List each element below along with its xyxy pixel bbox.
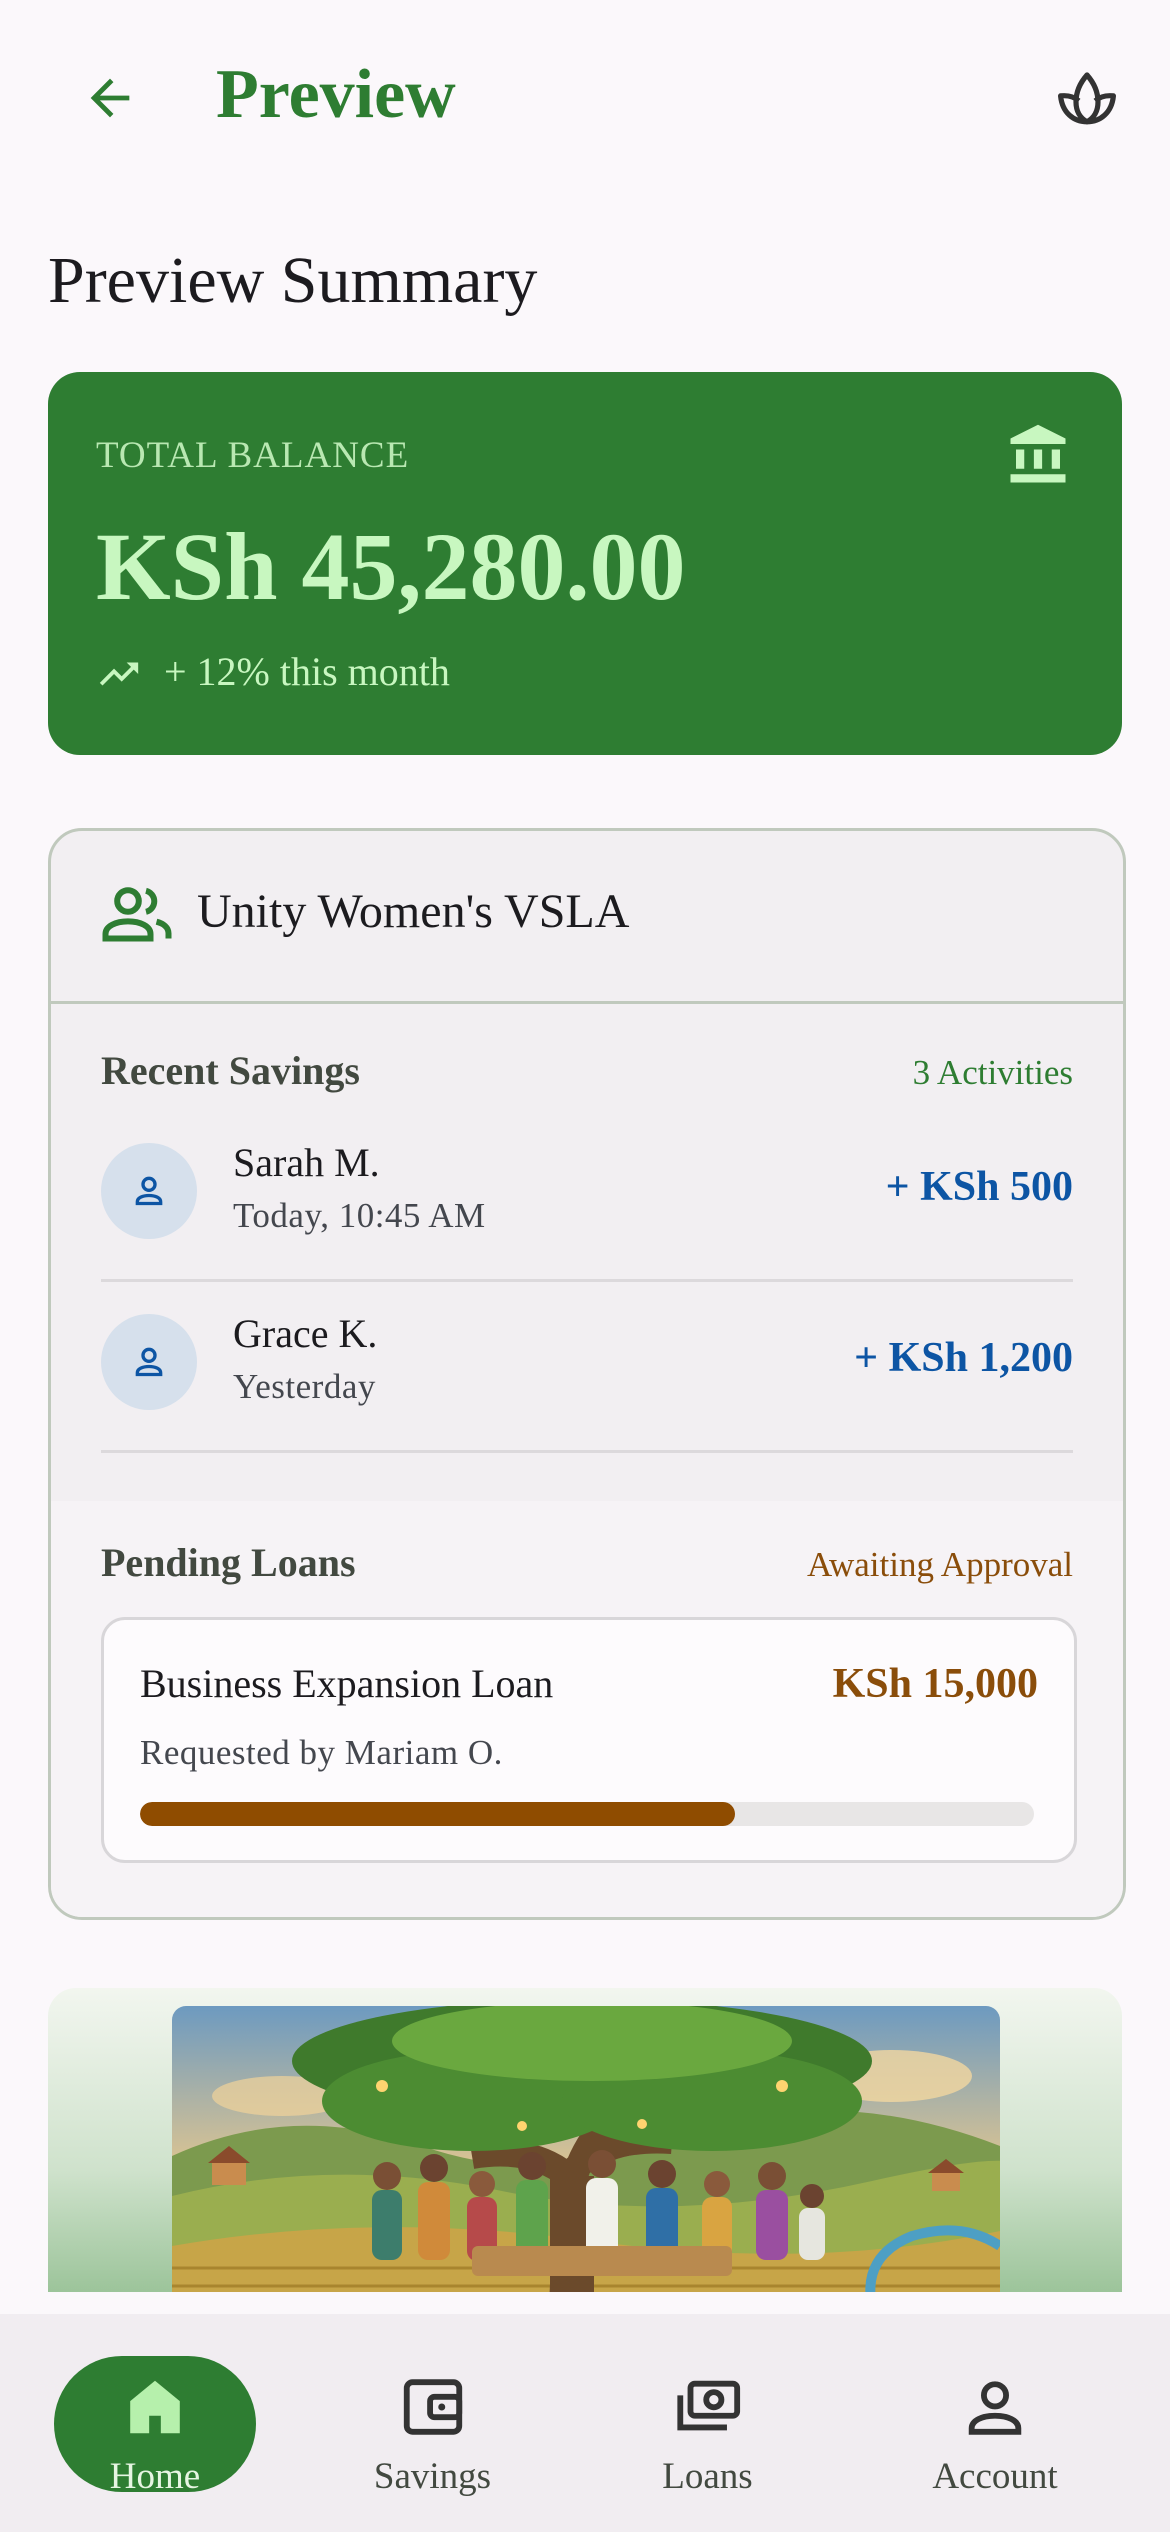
saving-row[interactable]: Grace K. Yesterday + KSh 1,200 xyxy=(101,1282,1073,1453)
loan-amount: KSh 15,000 xyxy=(832,1661,1038,1707)
community-illustration-panel xyxy=(48,1988,1122,2292)
group-name: Unity Women's VSLA xyxy=(197,885,630,938)
group-icon xyxy=(102,887,172,942)
balance-label: TOTAL BALANCE xyxy=(96,435,410,476)
person-icon xyxy=(968,2381,1022,2435)
person-icon xyxy=(135,1176,163,1206)
loan-requested-by: Requested by Mariam O. xyxy=(140,1733,503,1772)
nav-item-home[interactable]: Home xyxy=(0,2314,310,2532)
total-balance-card: TOTAL BALANCE KSh 45,280.00 + 12% this m… xyxy=(48,372,1122,755)
group-header[interactable]: Unity Women's VSLA xyxy=(51,831,1123,1004)
person-icon xyxy=(135,1347,163,1377)
wallet-icon xyxy=(403,2379,463,2435)
saving-time: Yesterday xyxy=(233,1367,376,1406)
balance-amount: KSh 45,280.00 xyxy=(96,513,686,620)
home-icon xyxy=(130,2380,180,2434)
trending-up-icon xyxy=(99,662,139,686)
loan-progress-track xyxy=(140,1802,1034,1826)
app-bar-title: Preview xyxy=(216,56,456,133)
saving-amount: + KSh 500 xyxy=(885,1164,1073,1210)
nav-label-savings: Savings xyxy=(373,2456,492,2497)
avatar xyxy=(101,1143,197,1239)
leaf-icon xyxy=(1057,72,1117,125)
nav-label-home: Home xyxy=(109,2456,201,2497)
saving-time: Today, 10:45 AM xyxy=(233,1196,486,1235)
recent-savings-count[interactable]: 3 Activities xyxy=(913,1045,1073,1101)
saving-amount: + KSh 1,200 xyxy=(854,1335,1073,1381)
pending-loans-title: Pending Loans xyxy=(101,1540,356,1585)
bank-icon xyxy=(1010,424,1066,483)
back-button[interactable] xyxy=(70,58,150,138)
page-title: Preview Summary xyxy=(48,244,538,317)
community-tree-illustration xyxy=(172,2006,1000,2292)
saving-member-name: Grace K. xyxy=(233,1311,378,1356)
nav-item-loans[interactable]: Loans xyxy=(585,2314,830,2532)
nav-label-loans: Loans xyxy=(662,2456,753,2497)
nav-label-account: Account xyxy=(932,2456,1058,2497)
avatar xyxy=(101,1314,197,1410)
pending-loans-status: Awaiting Approval xyxy=(806,1545,1073,1584)
leaf-button[interactable] xyxy=(1046,56,1128,138)
bottom-navigation: Home Savings Loans Account xyxy=(0,2314,1170,2532)
pending-loans-section: Pending Loans Awaiting Approval Business… xyxy=(51,1501,1123,1917)
cash-icon xyxy=(677,2380,741,2431)
recent-savings-title: Recent Savings xyxy=(101,1048,360,1093)
loan-progress-fill xyxy=(140,1802,735,1826)
saving-member-name: Sarah M. xyxy=(233,1140,380,1185)
loan-title: Business Expansion Loan xyxy=(140,1661,554,1706)
loan-card[interactable]: Business Expansion Loan KSh 15,000 Reque… xyxy=(101,1617,1077,1863)
nav-item-account[interactable]: Account xyxy=(870,2314,1120,2532)
arrow-back-icon xyxy=(90,78,130,118)
saving-row[interactable]: Sarah M. Today, 10:45 AM + KSh 500 xyxy=(101,1111,1073,1282)
balance-trend: + 12% this month xyxy=(164,649,450,694)
group-card: Unity Women's VSLA Recent Savings 3 Acti… xyxy=(48,828,1126,1920)
nav-item-savings[interactable]: Savings xyxy=(310,2314,555,2532)
